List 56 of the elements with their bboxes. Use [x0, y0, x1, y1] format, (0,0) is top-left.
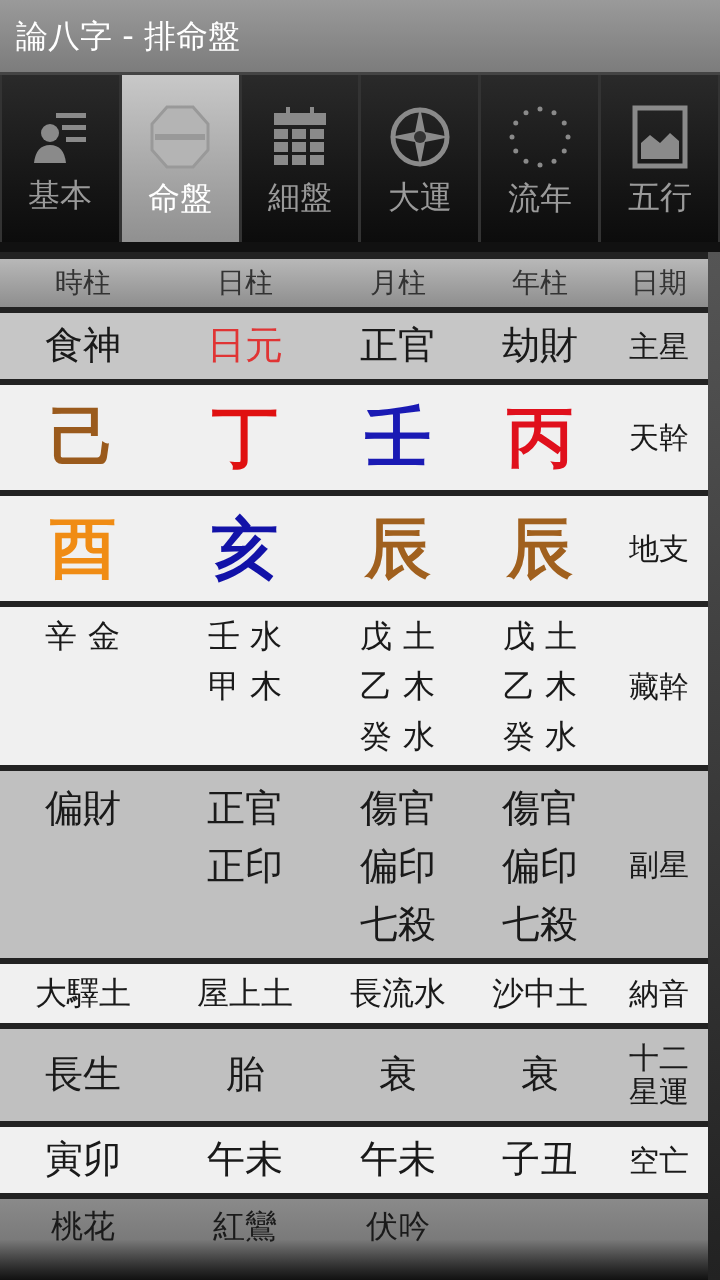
table-cell: 正官: [359, 323, 436, 369]
table-cell-text: 紅鸞: [213, 1206, 277, 1246]
table-cell: 屋上土: [197, 974, 293, 1013]
tab[interactable]: 五行: [601, 75, 718, 242]
row-label: 空亡: [629, 1141, 689, 1180]
table-cell: 長生: [44, 1052, 121, 1098]
column-header: 月柱: [369, 265, 426, 301]
row-label: 藏幹: [629, 667, 689, 706]
table-cell-text: 偏財: [44, 785, 121, 832]
table-cell-text: 伏吟: [365, 1206, 430, 1246]
tab[interactable]: 基本: [2, 75, 119, 242]
column-header: 年柱: [512, 265, 568, 301]
table-cell: 衰: [521, 1052, 559, 1098]
table-cell: 胎: [226, 1052, 264, 1098]
column-header: 日柱: [217, 265, 273, 301]
table-cell: 劫財: [502, 323, 578, 369]
table-cell-text: 傷官 偏印 七殺: [359, 785, 436, 948]
table-cell: 子丑: [502, 1137, 578, 1183]
tab[interactable]: 細盤: [241, 75, 359, 242]
table-cell-text: 傷官 偏印 七殺: [502, 785, 578, 948]
table-cell-text: 壬 水 甲 木: [207, 616, 283, 707]
table-cell-text: 戊 土 乙 木 癸 水: [502, 616, 578, 757]
row-label: 主星: [629, 327, 689, 366]
column-header: 日期: [631, 265, 687, 301]
table-cell: 衰: [378, 1052, 417, 1098]
table-cell: 寅卯: [44, 1137, 121, 1183]
table-cell: 丙: [507, 404, 573, 471]
table-cell-text: 戊 土 乙 木 癸 水: [360, 616, 435, 757]
window-title: 論八字 - 排命盤: [16, 16, 240, 57]
row-label: 地支: [629, 530, 689, 568]
tab[interactable]: 大運: [361, 75, 479, 242]
table-cell: 午未: [207, 1137, 283, 1183]
row-label: 十二星運: [629, 1040, 689, 1110]
table-cell: 丁: [212, 404, 278, 471]
tab[interactable]: 流年: [481, 75, 599, 242]
octagon-icon: [149, 103, 212, 170]
column-header: 時柱: [54, 265, 111, 301]
table-cell: 日元: [207, 323, 283, 369]
table-cell: 沙中土: [492, 974, 588, 1013]
table-cell: 長流水: [349, 974, 446, 1013]
table-cell-text: 正官 正印: [207, 785, 283, 890]
table-cell: 食神: [44, 323, 121, 369]
table-cell: 壬: [364, 404, 431, 471]
row-label: 副星: [629, 846, 689, 884]
row-label: 納音: [629, 975, 689, 1013]
table-cell: 己: [49, 404, 116, 471]
table-cell-text: 辛 金: [45, 616, 120, 657]
table-cell: 酉: [49, 515, 116, 582]
table-cell: 辰: [364, 515, 431, 582]
table-cell: 辰: [507, 515, 573, 582]
table-cell: 午未: [359, 1137, 436, 1183]
table-cell: 亥: [212, 515, 278, 582]
row-label: 天幹: [629, 419, 689, 457]
table-cell: 大驛土: [34, 974, 131, 1013]
image-icon: [631, 104, 688, 169]
table-cell-text: 桃花: [50, 1206, 115, 1246]
